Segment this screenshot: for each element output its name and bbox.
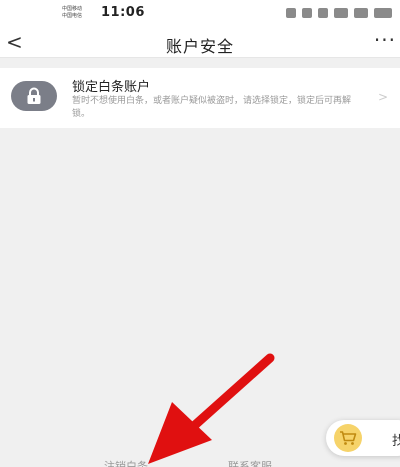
contact-service-link[interactable]: 联系客服	[228, 458, 272, 467]
cancel-baitiao-link[interactable]: 注销白条	[104, 458, 148, 467]
lock-badge	[11, 81, 57, 111]
arrow-shaft	[190, 353, 275, 430]
nav-bar: < 账户安全 ···	[0, 28, 400, 58]
shopping-cart-icon	[340, 431, 357, 445]
page-title: 账户安全	[165, 37, 234, 56]
status-time: 11:06	[101, 5, 145, 20]
signal-2-icon	[354, 8, 368, 18]
battery-icon	[374, 8, 392, 18]
chevron-right-icon: >	[377, 90, 388, 104]
wifi-icon	[318, 8, 328, 18]
carrier-2: 中国电信	[62, 13, 83, 19]
status-bar: 中国移动 中国电信 11:06	[0, 0, 400, 28]
status-icons	[286, 8, 392, 18]
nfc-icon	[286, 8, 296, 18]
floating-cart-button[interactable]: 找	[326, 420, 400, 456]
cart-circle	[334, 424, 362, 452]
carrier-names: 中国移动 中国电信	[62, 6, 82, 20]
more-icon[interactable]: ···	[374, 28, 396, 52]
vibrate-icon	[302, 8, 312, 18]
arrow-head	[148, 402, 212, 464]
lock-icon	[27, 87, 41, 104]
carrier-1: 中国移动	[62, 6, 83, 12]
lock-account-item[interactable]: 锁定白条账户 暂时不想使用白条，或者账户疑似被盗时，请选择锁定，锁定后可再解锁。…	[0, 68, 400, 128]
bottom-links: 注销白条 联系客服	[0, 456, 400, 467]
signal-icon	[334, 8, 348, 18]
lock-account-title: 锁定白条账户	[72, 80, 151, 95]
cart-label: 找	[392, 434, 400, 449]
lock-account-description: 暂时不想使用白条，或者账户疑似被盗时，请选择锁定，锁定后可再解锁。	[72, 96, 352, 119]
